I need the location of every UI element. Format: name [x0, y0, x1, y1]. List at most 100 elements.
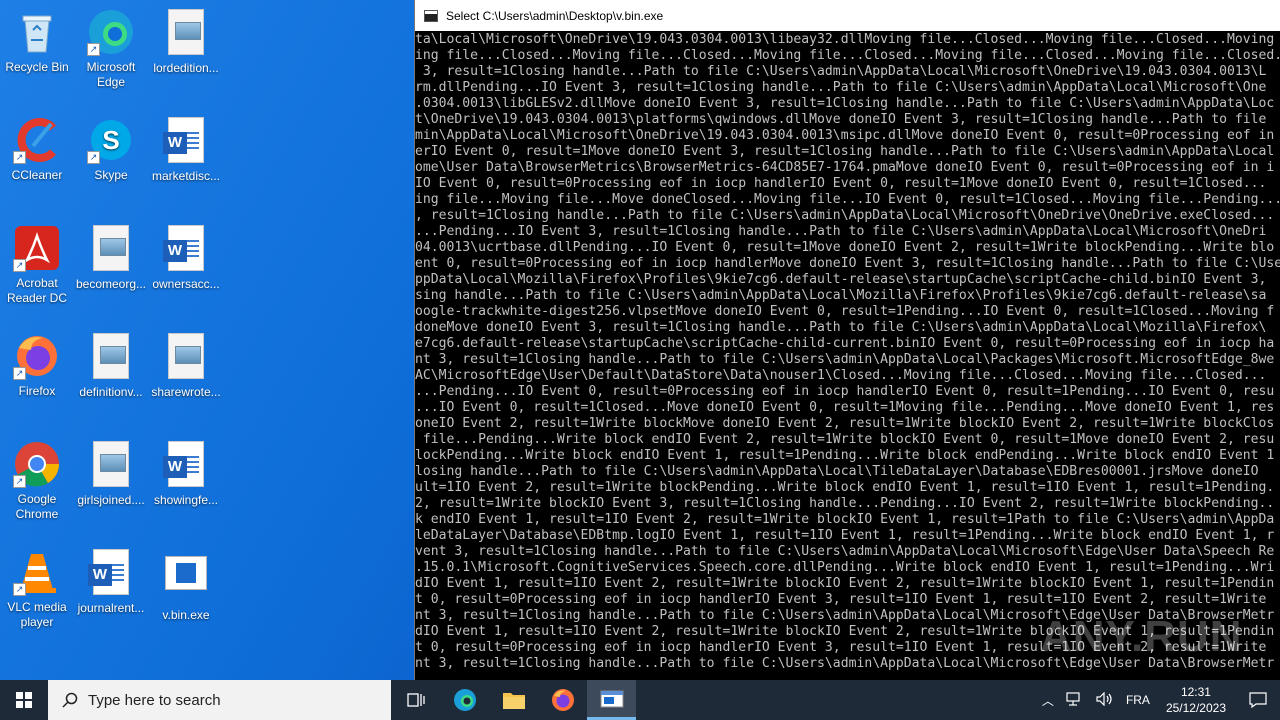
desktop-icon-label: lordedition...	[153, 61, 219, 75]
console-line: oneIO Event 2, result=1Write blockMove d…	[415, 416, 1275, 431]
console-line: , result=1Closing handle...Path to file …	[415, 208, 1275, 223]
task-view-icon	[406, 693, 425, 707]
desktop-icon[interactable]: becomeorg...	[74, 224, 148, 292]
acrobat-icon: ↗	[13, 224, 61, 272]
desktop-icon-label: sharewrote...	[151, 385, 221, 399]
taskbar-console-button[interactable]	[587, 680, 636, 720]
image-file-icon	[87, 441, 135, 489]
desktop-icon[interactable]: S ↗ Skype	[74, 116, 148, 183]
cmd-icon	[424, 9, 438, 22]
desktop-icon-label: definitionv...	[79, 385, 143, 399]
console-line: nt 3, result=1Closing handle...Path to f…	[415, 352, 1275, 367]
desktop-icon[interactable]: ↗ Google Chrome	[0, 440, 74, 522]
console-line: ult=1IO Event 2, result=1Write blockPend…	[415, 480, 1275, 495]
word-file-icon: W	[87, 549, 135, 597]
desktop-icon-label: CCleaner	[11, 168, 63, 182]
vlc-icon: ↗	[13, 548, 61, 596]
desktop-icon[interactable]: ↗ Acrobat Reader DC	[0, 224, 74, 306]
console-window[interactable]: Select C:\Users\admin\Desktop\v.bin.exe …	[414, 0, 1280, 680]
skype-icon: S ↗	[87, 116, 135, 164]
console-line: .0304.0013\libGLESv2.dllMove doneIO Even…	[415, 96, 1275, 111]
desktop-icon[interactable]: Recycle Bin	[0, 8, 74, 75]
console-line: .15.0.1\Microsoft.CognitiveServices.Spee…	[415, 560, 1275, 575]
language-indicator[interactable]: FRA	[1120, 693, 1156, 707]
console-line: ome\User Data\BrowserMetrics\BrowserMetr…	[415, 160, 1275, 175]
console-line: oogle-trackwhite-digest256.vlpsetMove do…	[415, 304, 1275, 319]
desktop-icon-label: becomeorg...	[75, 277, 147, 291]
desktop-icon-label: VLC media player	[7, 600, 67, 629]
desktop-icon-label: Recycle Bin	[5, 60, 69, 74]
task-view-button[interactable]	[391, 680, 440, 720]
console-line: IO Event 0, result=0Processing eof in io…	[415, 176, 1267, 191]
windows-logo-icon	[16, 692, 32, 708]
shortcut-arrow-icon: ↗	[13, 151, 26, 164]
desktop-icon[interactable]: v.bin.exe	[149, 548, 223, 623]
console-line: t\OneDrive\19.043.0304.0013\platforms\qw…	[415, 112, 1267, 127]
desktop-icon[interactable]: ↗ CCleaner	[0, 116, 74, 183]
taskbar: Type here to search ︿ FRA 12:31 25/12/20…	[0, 680, 1280, 720]
desktop-icon[interactable]: Wownersacc...	[149, 224, 223, 292]
shortcut-arrow-icon: ↗	[13, 475, 26, 488]
window-title: Select C:\Users\admin\Desktop\v.bin.exe	[446, 8, 664, 23]
console-line: lockPending...Write block endIO Event 1,…	[415, 448, 1275, 463]
desktop-icon-label: Skype	[94, 168, 128, 182]
console-line: 04.0013\ucrtbase.dllPending...IO Event 0…	[415, 240, 1275, 255]
chevron-up-icon[interactable]: ︿	[1036, 692, 1060, 709]
console-line: rm.dllPending...IO Event 3, result=1Clos…	[415, 80, 1267, 95]
image-file-icon	[87, 333, 135, 381]
taskbar-search-box[interactable]: Type here to search	[48, 680, 391, 720]
word-file-icon: W	[162, 441, 210, 489]
console-line: ing file...Closed...Moving file...Closed…	[415, 48, 1280, 63]
desktop-icon-label: ownersacc...	[152, 277, 220, 291]
taskbar-file-explorer-button[interactable]	[489, 680, 538, 720]
shortcut-arrow-icon: ↗	[87, 43, 100, 56]
desktop-icon[interactable]: Wmarketdisc...	[149, 116, 223, 184]
clock[interactable]: 12:31 25/12/2023	[1156, 684, 1236, 716]
console-line: AC\MicrosoftEdge\User\Default\DataStore\…	[415, 368, 1267, 383]
console-output[interactable]: ta\Local\Microsoft\OneDrive\19.043.0304.…	[415, 31, 1280, 680]
taskbar-edge-button[interactable]	[440, 680, 489, 720]
edge-icon	[453, 689, 476, 711]
desktop-icon[interactable]: ↗ Firefox	[0, 332, 74, 399]
shortcut-arrow-icon: ↗	[13, 367, 26, 380]
console-line: 2, result=1Write blockIO Event 3, result…	[415, 496, 1275, 511]
window-title-bar[interactable]: Select C:\Users\admin\Desktop\v.bin.exe	[415, 0, 1280, 31]
image-file-icon	[162, 9, 210, 57]
desktop-icon-label: Google Chrome	[15, 492, 59, 521]
network-icon[interactable]	[1060, 691, 1090, 709]
desktop-icon[interactable]: Wshowingfe...	[149, 440, 223, 508]
desktop-icon[interactable]: sharewrote...	[149, 332, 223, 400]
chrome-icon: ↗	[13, 440, 61, 488]
desktop-icon[interactable]: Wjournalrent...	[74, 548, 148, 616]
notification-button[interactable]	[1236, 680, 1280, 720]
taskbar-firefox-button[interactable]	[538, 680, 587, 720]
shortcut-arrow-icon: ↗	[87, 151, 100, 164]
notification-icon	[1249, 692, 1267, 708]
desktop-icon[interactable]: lordedition...	[149, 8, 223, 76]
volume-icon[interactable]	[1090, 691, 1120, 709]
folder-icon	[502, 693, 525, 709]
ccleaner-icon: ↗	[13, 116, 61, 164]
console-line: sing handle...Path to file C:\Users\admi…	[415, 288, 1267, 303]
desktop-icon[interactable]: ↗ VLC media player	[0, 548, 74, 630]
svg-text:S: S	[102, 125, 119, 155]
edge-icon: ↗	[87, 8, 135, 56]
console-app-icon	[600, 690, 623, 707]
desktop-icon-label: Microsoft Edge	[86, 60, 136, 89]
start-button[interactable]	[0, 680, 48, 720]
recycle-bin-icon	[13, 8, 61, 56]
desktop-icon-label: v.bin.exe	[162, 608, 210, 622]
desktop-icon-label: journalrent...	[77, 601, 145, 615]
shortcut-arrow-icon: ↗	[13, 583, 26, 596]
desktop-icon[interactable]: definitionv...	[74, 332, 148, 400]
console-line: ...Pending...IO Event 3, result=1Closing…	[415, 224, 1267, 239]
image-file-icon	[162, 333, 210, 381]
console-line: ppData\Local\Mozilla\Firefox\Profiles\9k…	[415, 272, 1267, 287]
desktop-icon[interactable]: ↗ Microsoft Edge	[74, 8, 148, 90]
watermark: ANY.RUN	[1040, 612, 1243, 661]
desktop-icon[interactable]: girlsjoined....	[74, 440, 148, 508]
clock-time: 12:31	[1180, 685, 1211, 699]
console-line: ent 0, result=0Processing eof in iocp ha…	[415, 256, 1280, 271]
console-line: 3, result=1Closing handle...Path to file…	[415, 64, 1267, 79]
desktop-icon-label: Firefox	[18, 384, 56, 398]
